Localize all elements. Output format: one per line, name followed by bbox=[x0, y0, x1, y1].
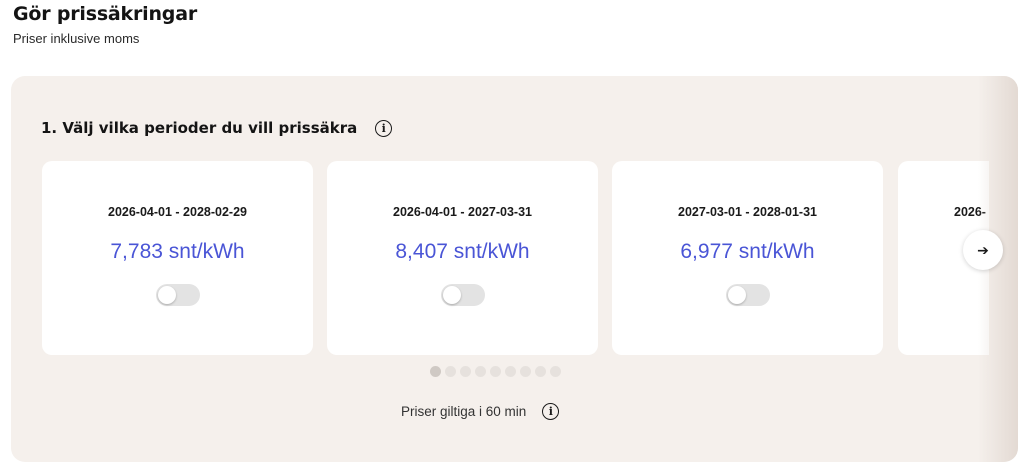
carousel-next-button[interactable]: ➔ bbox=[963, 230, 1003, 270]
period-price: 7,783 snt/kWh bbox=[110, 240, 245, 263]
pagination-dot[interactable] bbox=[460, 366, 471, 377]
period-dates: 2027-03-01 - 2028-01-31 bbox=[678, 205, 817, 219]
info-icon[interactable]: i bbox=[375, 119, 393, 137]
toggle-knob bbox=[443, 286, 461, 304]
period-dates: 2026-04-01 - 2028-02-29 bbox=[108, 205, 247, 219]
period-dates: 2026- bbox=[954, 205, 986, 219]
period-dates: 2026-04-01 - 2027-03-31 bbox=[393, 205, 532, 219]
page: Gör prissäkringar Priser inklusive moms … bbox=[0, 0, 1024, 469]
pagination-dot[interactable] bbox=[490, 366, 501, 377]
price-hedging-panel: 1. Välj vilka perioder du vill prissäkra… bbox=[11, 76, 1018, 462]
period-toggle[interactable] bbox=[441, 284, 485, 306]
carousel-pagination bbox=[430, 366, 561, 377]
step-heading: 1. Välj vilka perioder du vill prissäkra… bbox=[41, 119, 393, 137]
pagination-dot[interactable] bbox=[535, 366, 546, 377]
validity-text: Priser giltiga i 60 min bbox=[401, 404, 527, 419]
period-price: 8,407 snt/kWh bbox=[395, 240, 530, 263]
page-subtitle: Priser inklusive moms bbox=[13, 31, 140, 46]
period-card[interactable]: 2027-03-01 - 2028-01-31 6,977 snt/kWh bbox=[612, 161, 883, 355]
arrow-right-icon: ➔ bbox=[977, 241, 989, 258]
period-card[interactable]: 2026-04-01 - 2028-02-29 7,783 snt/kWh bbox=[42, 161, 313, 355]
page-title: Gör prissäkringar bbox=[13, 3, 197, 25]
toggle-knob bbox=[158, 286, 176, 304]
period-price: 6,977 snt/kWh bbox=[680, 240, 815, 263]
price-validity: Priser giltiga i 60 min i bbox=[401, 403, 560, 420]
pagination-dot[interactable] bbox=[520, 366, 531, 377]
period-card[interactable]: 2026-04-01 - 2027-03-31 8,407 snt/kWh bbox=[327, 161, 598, 355]
period-carousel: 2026-04-01 - 2028-02-29 7,783 snt/kWh 20… bbox=[42, 161, 989, 355]
step-heading-label: 1. Välj vilka perioder du vill prissäkra bbox=[41, 119, 358, 137]
pagination-dot[interactable] bbox=[445, 366, 456, 377]
pagination-dot[interactable] bbox=[430, 366, 441, 377]
info-icon[interactable]: i bbox=[542, 403, 560, 420]
period-toggle[interactable] bbox=[726, 284, 770, 306]
pagination-dot[interactable] bbox=[475, 366, 486, 377]
pagination-dot[interactable] bbox=[550, 366, 561, 377]
toggle-knob bbox=[728, 286, 746, 304]
period-toggle[interactable] bbox=[156, 284, 200, 306]
pagination-dot[interactable] bbox=[505, 366, 516, 377]
